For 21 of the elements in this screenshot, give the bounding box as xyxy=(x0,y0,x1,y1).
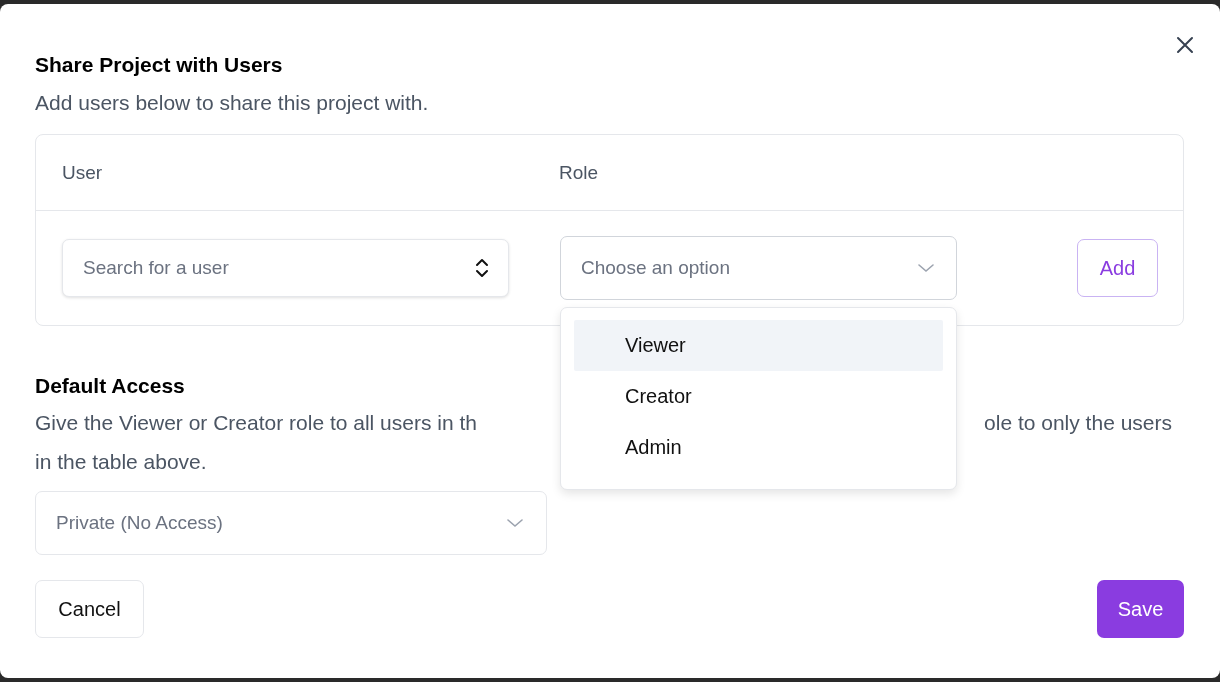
cancel-button[interactable]: Cancel xyxy=(35,580,144,638)
role-select[interactable]: Choose an option xyxy=(560,236,957,300)
description-text: ole to only the users xyxy=(984,410,1172,436)
column-header: User xyxy=(62,161,104,184)
add-button[interactable]: Add xyxy=(1077,239,1158,297)
description-text: in the table above. xyxy=(35,449,207,475)
user-search-field[interactable]: Search for a user xyxy=(62,239,509,297)
menu-option[interactable]: Creator xyxy=(574,371,943,422)
dialog-subtitle: Add users below to share this project with. xyxy=(35,90,430,116)
section-title: Default Access xyxy=(35,373,185,399)
save-button[interactable]: Save xyxy=(1097,580,1184,638)
menu-option[interactable]: Admin xyxy=(574,422,943,473)
close-icon[interactable] xyxy=(1176,36,1194,54)
menu-option[interactable]: Viewer xyxy=(574,320,943,371)
chevron-down-icon xyxy=(917,263,935,273)
column-header: Role xyxy=(559,161,599,184)
access-select[interactable]: Private (No Access) xyxy=(35,491,547,555)
dialog-title: Share Project with Users xyxy=(35,52,283,78)
chevron-down-icon xyxy=(506,518,524,528)
description-text: Give the Viewer or Creator role to all users in th xyxy=(35,410,477,436)
sort-icon xyxy=(475,258,489,278)
